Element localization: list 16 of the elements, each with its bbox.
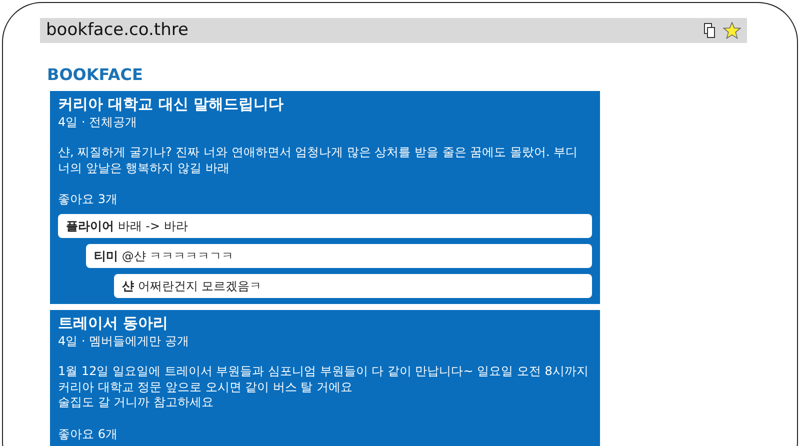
comment: 샨 어쩌란건지 모르겠음ㅋ	[114, 274, 592, 298]
tabs-icon[interactable]	[704, 23, 715, 38]
star-icon[interactable]	[723, 22, 741, 39]
address-bar[interactable]: bookface.co.thre	[40, 18, 747, 43]
site-title: BOOKFACE	[47, 64, 144, 86]
comment: 티미 @샨 ㅋㅋㅋㅋㅋㄱㅋ	[86, 244, 592, 268]
post-title: 트레이서 동아리	[58, 314, 170, 332]
post-body: 1월 12일 일요일에 트레이서 부원들과 심포니엄 부원들이 다 같이 만납니다~ 일요일 오전 8시까지 커리아 대학교 정문 앞으로 오시면 같이 버스 탈 거에요 술집도 갈 거니까 참고하세요	[58, 364, 590, 411]
url-text: bookface.co.thre	[46, 18, 188, 42]
post-body: 샨, 찌질하게 굴기나? 진짜 너와 연애하면서 엄청나게 많은 상처를 받을 줄은 꿈에도 몰랐어. 부디 너의 앞날은 행복하지 않길 바래	[58, 145, 579, 176]
post-meta: 4일 · 멤버들에게만 공개	[58, 333, 190, 350]
like-count: 좋아요 6개	[58, 426, 118, 443]
post-meta: 4일 · 전체공개	[58, 114, 138, 131]
post-title: 커리아 대학교 대신 말해드립니다	[58, 95, 285, 113]
like-count: 좋아요 3개	[58, 191, 118, 208]
comment: 플라이어 바래 -> 바라	[58, 214, 592, 238]
